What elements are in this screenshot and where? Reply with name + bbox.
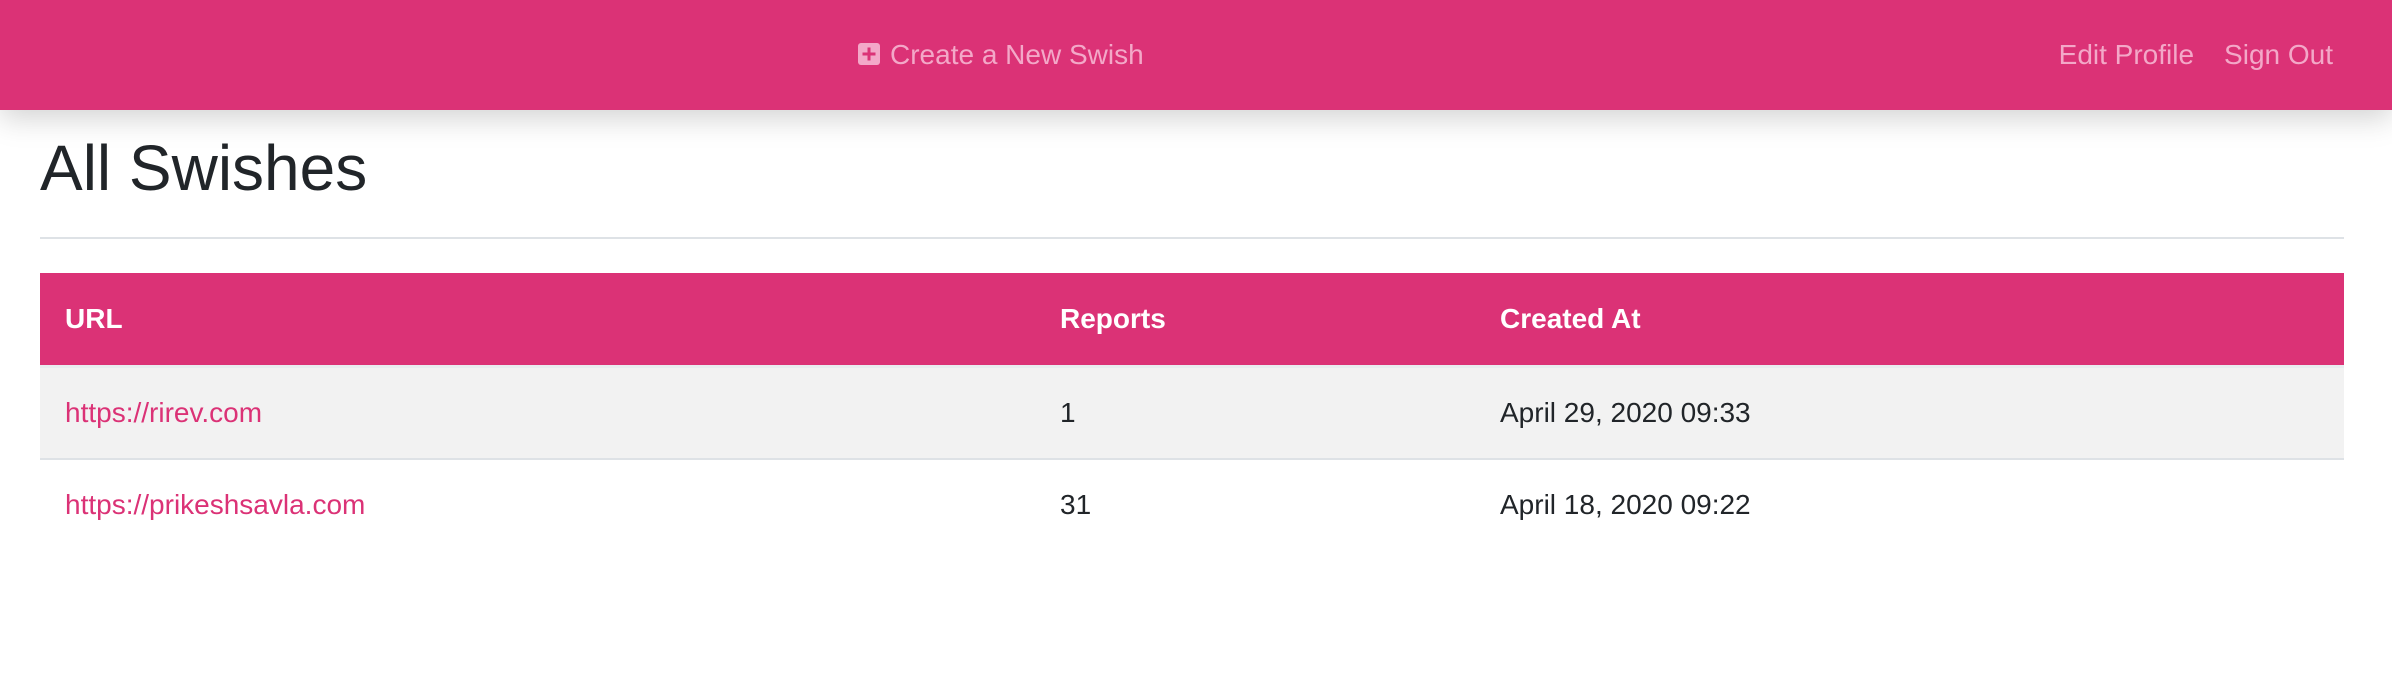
sign-out-link[interactable]: Sign Out <box>2224 39 2333 71</box>
created-at-cell: April 29, 2020 09:33 <box>1475 366 2344 460</box>
reports-cell: 31 <box>1035 459 1475 550</box>
create-swish-label: Create a New Swish <box>890 39 1144 70</box>
created-at-cell: April 18, 2020 09:22 <box>1475 459 2344 550</box>
reports-cell: 1 <box>1035 366 1475 460</box>
page-title: All Swishes <box>40 132 368 204</box>
column-header-reports: Reports <box>1035 273 1475 368</box>
column-header-url: URL <box>40 273 1035 368</box>
plus-square-icon <box>858 43 880 65</box>
swishes-table-container: URL Reports Created At https://rirev.com… <box>40 273 2344 550</box>
url-cell: https://prikeshsavla.com <box>40 459 1035 550</box>
table-row: https://prikeshsavla.com 31 April 18, 20… <box>40 459 2344 550</box>
nav-right-links: Edit Profile Sign Out <box>2059 0 2333 110</box>
top-navbar: Create a New Swish Edit Profile Sign Out <box>0 0 2392 110</box>
swishes-table: URL Reports Created At https://rirev.com… <box>40 273 2344 550</box>
swish-url-link[interactable]: https://rirev.com <box>65 397 262 428</box>
edit-profile-link[interactable]: Edit Profile <box>2059 39 2194 71</box>
url-cell: https://rirev.com <box>40 366 1035 460</box>
create-swish-link[interactable]: Create a New Swish <box>858 0 1144 110</box>
title-divider <box>40 237 2344 239</box>
column-header-created-at: Created At <box>1475 273 2344 368</box>
swish-url-link[interactable]: https://prikeshsavla.com <box>65 489 365 520</box>
table-row: https://rirev.com 1 April 29, 2020 09:33 <box>40 366 2344 460</box>
table-header: URL Reports Created At <box>40 273 2344 368</box>
